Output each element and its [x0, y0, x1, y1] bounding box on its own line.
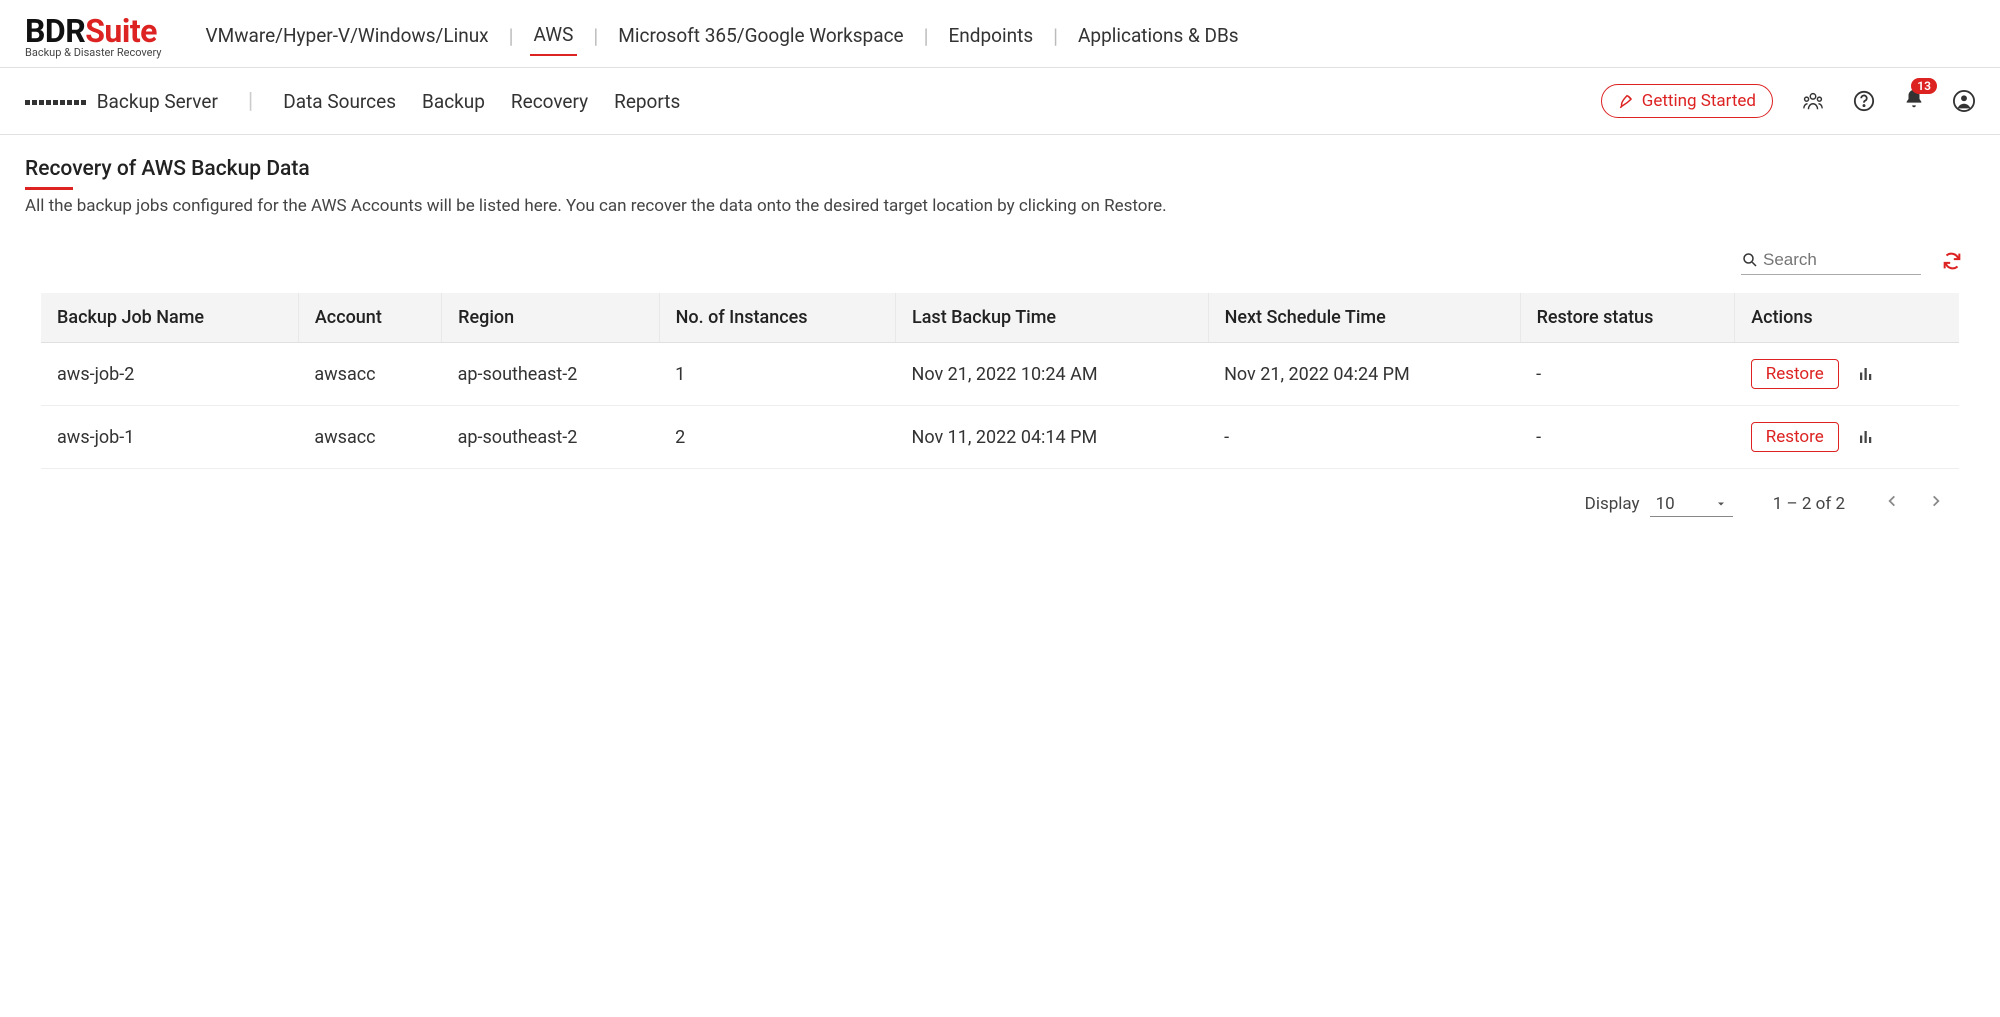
cell-actions: Restore	[1735, 406, 1959, 469]
toolbar	[25, 246, 1975, 275]
th-next-schedule[interactable]: Next Schedule Time	[1208, 293, 1520, 343]
brand-main-accent: Suite	[85, 12, 157, 50]
topnav-separator: |	[1045, 24, 1066, 48]
th-job-name[interactable]: Backup Job Name	[41, 293, 298, 343]
user-icon[interactable]	[1953, 90, 1975, 112]
cell-job-name: aws-job-1	[41, 406, 298, 469]
cell-next-schedule: Nov 21, 2022 04:24 PM	[1208, 343, 1520, 406]
cell-restore-status: -	[1520, 406, 1735, 469]
cell-account: awsacc	[298, 406, 441, 469]
th-restore-status[interactable]: Restore status	[1520, 293, 1735, 343]
subnav-item-backup[interactable]: Backup	[422, 90, 485, 113]
cell-instances: 1	[659, 343, 895, 406]
cell-instances: 2	[659, 406, 895, 469]
refresh-icon[interactable]	[1941, 250, 1963, 272]
cell-restore-status: -	[1520, 343, 1735, 406]
cell-last-backup: Nov 11, 2022 04:14 PM	[896, 406, 1209, 469]
cell-job-name: aws-job-2	[41, 343, 298, 406]
brand-main-dark: BDR	[25, 12, 85, 50]
th-region[interactable]: Region	[442, 293, 660, 343]
th-actions[interactable]: Actions	[1735, 293, 1959, 343]
rocket-icon	[1618, 92, 1636, 110]
topnav-separator: |	[585, 24, 606, 48]
display-block: Display 10	[1585, 492, 1733, 517]
cell-account: awsacc	[298, 343, 441, 406]
subnav-right: Getting Started 13	[1601, 84, 1975, 118]
table-wrap: Backup Job Name Account Region No. of In…	[25, 293, 1975, 539]
brand-logo: BDRSuite Backup & Disaster Recovery	[25, 12, 162, 59]
th-last-backup[interactable]: Last Backup Time	[896, 293, 1209, 343]
prev-page-button[interactable]	[1885, 491, 1899, 517]
restore-button[interactable]: Restore	[1751, 422, 1839, 452]
report-icon[interactable]	[1857, 365, 1875, 383]
page-title: Recovery of AWS Backup Data	[25, 157, 310, 187]
subnav-item-reports[interactable]: Reports	[614, 90, 680, 113]
topnav-item-endpoints[interactable]: Endpoints	[944, 16, 1037, 55]
backup-server-label: Backup Server	[97, 90, 218, 113]
brand-sub: Backup & Disaster Recovery	[25, 46, 162, 59]
help-icon[interactable]	[1853, 90, 1875, 112]
cell-next-schedule: -	[1208, 406, 1520, 469]
subnav-separator: |	[248, 89, 253, 114]
subnav-item-recovery[interactable]: Recovery	[511, 90, 588, 113]
page-size-value: 10	[1656, 494, 1675, 514]
topnav-item-vmware[interactable]: VMware/Hyper-V/Windows/Linux	[202, 16, 493, 55]
table-row: aws-job-2 awsacc ap-southeast-2 1 Nov 21…	[41, 343, 1959, 406]
notifications-count: 13	[1911, 78, 1937, 94]
subnav-left: Backup Server | Data Sources Backup Reco…	[25, 89, 680, 114]
cell-region: ap-southeast-2	[442, 406, 660, 469]
next-page-button[interactable]	[1929, 491, 1943, 517]
page-size-select[interactable]: 10	[1650, 492, 1733, 517]
table-row: aws-job-1 awsacc ap-southeast-2 2 Nov 11…	[41, 406, 1959, 469]
topnav-item-apps[interactable]: Applications & DBs	[1074, 16, 1243, 55]
pagination: Display 10 1 – 2 of 2	[41, 469, 1959, 539]
th-account[interactable]: Account	[298, 293, 441, 343]
title-underline	[25, 187, 73, 190]
community-icon[interactable]	[1801, 90, 1825, 112]
topnav-items: VMware/Hyper-V/Windows/Linux | AWS | Mic…	[202, 15, 1243, 56]
subnav-item-datasources[interactable]: Data Sources	[283, 90, 396, 113]
display-label: Display	[1585, 494, 1640, 514]
page-range: 1 – 2 of 2	[1773, 494, 1845, 514]
cell-actions: Restore	[1735, 343, 1959, 406]
topnav-item-m365[interactable]: Microsoft 365/Google Workspace	[614, 16, 907, 55]
getting-started-button[interactable]: Getting Started	[1601, 84, 1773, 118]
search-icon	[1741, 251, 1759, 269]
cell-region: ap-southeast-2	[442, 343, 660, 406]
cell-last-backup: Nov 21, 2022 10:24 AM	[896, 343, 1209, 406]
topnav: BDRSuite Backup & Disaster Recovery VMwa…	[0, 0, 2000, 68]
topnav-item-aws[interactable]: AWS	[530, 15, 578, 56]
chevron-down-icon	[1715, 498, 1727, 510]
page-arrows	[1885, 491, 1943, 517]
content: Recovery of AWS Backup Data All the back…	[0, 135, 2000, 561]
apps-grid-icon	[25, 100, 86, 105]
report-icon[interactable]	[1857, 428, 1875, 446]
topnav-separator: |	[501, 24, 522, 48]
search-input[interactable]	[1759, 246, 1921, 274]
search-wrap	[1741, 246, 1921, 275]
topnav-separator: |	[916, 24, 937, 48]
notifications-button[interactable]: 13	[1903, 88, 1925, 115]
backup-server-menu[interactable]: Backup Server	[25, 90, 218, 113]
getting-started-label: Getting Started	[1642, 91, 1756, 111]
subnav: Backup Server | Data Sources Backup Reco…	[0, 68, 2000, 135]
restore-button[interactable]: Restore	[1751, 359, 1839, 389]
th-instances[interactable]: No. of Instances	[659, 293, 895, 343]
jobs-table: Backup Job Name Account Region No. of In…	[41, 293, 1959, 469]
page-description: All the backup jobs configured for the A…	[25, 196, 1975, 216]
